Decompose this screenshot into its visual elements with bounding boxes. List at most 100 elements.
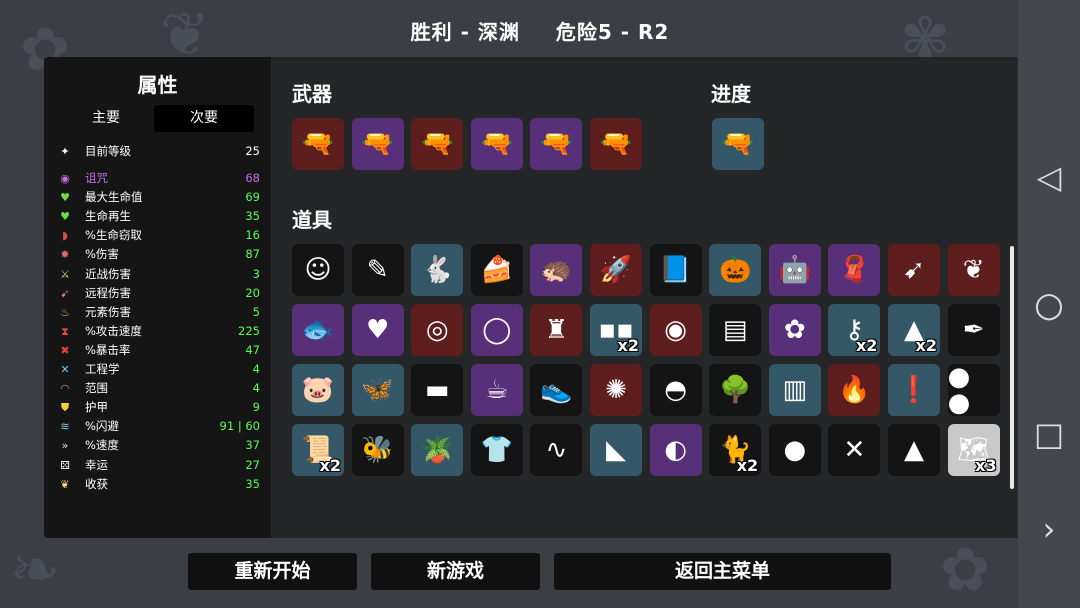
stat-row: ♥ 生命再生 35 (58, 207, 260, 226)
item-slot[interactable]: ⚷ x2 (828, 304, 881, 356)
items-scrollbar[interactable] (1010, 246, 1014, 489)
stat-name: 幸运 (85, 457, 108, 472)
item-slot[interactable]: 🧣 (828, 244, 881, 296)
item-slot[interactable]: ☺ (292, 244, 344, 296)
progress-title: 进度 (711, 82, 751, 106)
butterfly-icon: 🦋 (361, 375, 394, 405)
stat-name: 范围 (85, 381, 108, 396)
stat-name: 护甲 (85, 400, 108, 415)
item-slot[interactable]: ✎ (351, 244, 404, 296)
stat-value: 37 (245, 438, 260, 453)
item-slot[interactable]: 🔫 (590, 118, 642, 170)
item-slot[interactable]: 👕 (470, 424, 523, 476)
item-slot[interactable]: 🔫 (411, 118, 464, 170)
item-slot[interactable]: 🐷 (292, 364, 344, 416)
item-slot[interactable]: ▤ (709, 304, 762, 356)
tab-secondary[interactable]: 次要 (154, 105, 254, 132)
item-slot[interactable]: ▬ (411, 364, 464, 416)
stat-value: 4 (252, 362, 260, 376)
item-slot[interactable]: 🔥 (828, 364, 881, 416)
hourglass-icon: ⧗ (61, 324, 69, 338)
item-slot[interactable]: ◓ (649, 364, 702, 416)
item-slot[interactable]: 🤖 (768, 244, 821, 296)
stat-row: ⚄ 幸运 27 (58, 456, 260, 475)
item-slot[interactable]: ▲ (888, 424, 940, 476)
stat-name: %攻击速度 (85, 323, 142, 338)
item-slot[interactable]: 🦔 (530, 244, 583, 296)
stat-row: ♨ 元素伤害 5 (58, 303, 260, 322)
item-slot[interactable]: 🐈 x2 (709, 424, 762, 476)
item-slot[interactable]: ◐ (649, 424, 702, 476)
hedgehog-icon: 🦔 (540, 255, 573, 285)
item-slot[interactable]: ✺ (590, 364, 642, 416)
item-slot[interactable]: ☕ (470, 364, 523, 416)
item-slot[interactable]: ◯ (470, 304, 523, 356)
item-slot[interactable]: 👟 (530, 364, 583, 416)
nav-home-icon[interactable]: ○ (1018, 285, 1080, 325)
item-slot[interactable]: ✕ (828, 424, 881, 476)
stat-value: 4 (252, 381, 260, 396)
item-slot[interactable]: ➹ (888, 244, 940, 296)
item-slot[interactable]: ✿ (768, 304, 821, 356)
item-slot[interactable]: ❦ (947, 244, 1000, 296)
item-slot[interactable]: 🔫 (292, 118, 344, 170)
heart-icon: ♥ (60, 191, 70, 205)
item-slot[interactable]: 🔫 (351, 118, 404, 170)
restart-button[interactable]: 重新开始 (188, 553, 357, 590)
item-slot[interactable]: 📜 x2 (292, 424, 344, 476)
item-slot[interactable]: ◎ (411, 304, 464, 356)
item-slot[interactable]: ♥ (351, 304, 404, 356)
item-slot[interactable]: ◣ (590, 424, 642, 476)
item-slot[interactable]: ♜ (530, 304, 583, 356)
stat-name: 元素伤害 (85, 304, 131, 319)
pumpkin-icon: 🎃 (719, 255, 752, 285)
item-slot[interactable]: 🔫 (530, 118, 583, 170)
item-slot[interactable]: ∿ (530, 424, 583, 476)
item-slot[interactable]: 🌳 (709, 364, 762, 416)
item-slot[interactable]: 🦋 (351, 364, 404, 416)
flame-icon: ♨ (60, 305, 70, 319)
scarf-dark-icon: ▬ (424, 375, 450, 405)
worm-icon: ∿ (545, 435, 568, 465)
item-slot[interactable]: 🪴 (411, 424, 464, 476)
stat-value: 25 (245, 144, 260, 158)
revolver-icon: 🔫 (301, 129, 335, 159)
danger-level-text: 危险5 - R2 (555, 20, 670, 44)
level-icon: ✦ (60, 145, 70, 158)
item-slot[interactable]: ❗ (888, 364, 940, 416)
cross-stick-icon: ✕ (843, 435, 866, 465)
new-game-button[interactable]: 新游戏 (371, 553, 540, 590)
item-slot[interactable]: 🔫 (470, 118, 523, 170)
item-slot[interactable]: ● (768, 424, 821, 476)
item-slot[interactable]: ▥ (768, 364, 821, 416)
item-slot[interactable]: 📘 (649, 244, 702, 296)
nav-back-icon[interactable]: ◁ (1018, 158, 1080, 196)
item-slot[interactable]: 🎃 (709, 244, 762, 296)
item-slot[interactable]: ◉ (649, 304, 702, 356)
item-slot[interactable]: ● ● (947, 364, 1000, 416)
barrel-icon: ▥ (782, 375, 808, 405)
item-slot[interactable]: 🐇 (411, 244, 464, 296)
item-slot[interactable]: 🔫 (712, 118, 764, 170)
rockets-icon: 🚀 (599, 255, 633, 285)
stat-name: %伤害 (85, 247, 119, 262)
item-slot[interactable]: 🍰 (470, 244, 523, 296)
item-slot[interactable]: ✒ (947, 304, 1000, 356)
item-slot[interactable]: ▪▪ x2 (590, 304, 642, 356)
item-slot[interactable]: 🗺 x3 (947, 424, 1000, 476)
item-slot[interactable]: 🐝 (351, 424, 404, 476)
rabbit-icon: 🐇 (421, 255, 454, 285)
bow-icon: ➹ (60, 286, 70, 300)
dice-icon: ⚄ (60, 458, 70, 472)
stats-title: 属性 (137, 73, 178, 97)
nav-recent-apps-icon[interactable]: □ (1018, 415, 1080, 453)
harvest-icon: ❦ (60, 477, 70, 491)
item-slot[interactable]: ▲ x2 (888, 304, 940, 356)
stat-row: ◉ 诅咒 68 (58, 169, 260, 188)
stat-row: ≋ %闪避 91 | 60 (58, 417, 260, 436)
tab-primary[interactable]: 主要 (56, 105, 156, 132)
nav-expand-icon[interactable]: › (1018, 510, 1080, 548)
item-slot[interactable]: 🚀 (590, 244, 642, 296)
main-menu-button[interactable]: 返回主菜单 (554, 553, 891, 590)
item-slot[interactable]: 🐟 (292, 304, 344, 356)
